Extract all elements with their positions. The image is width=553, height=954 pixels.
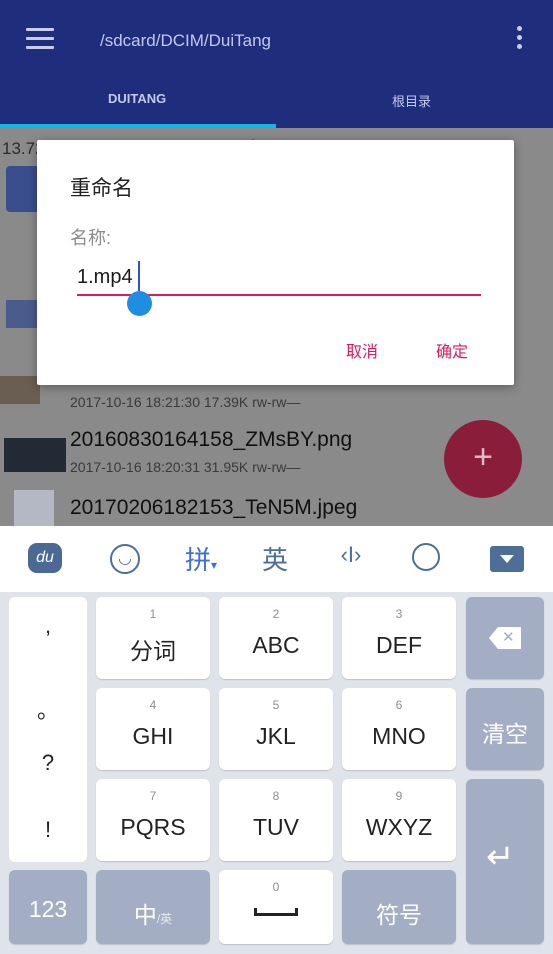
key-number: 5 (272, 698, 280, 712)
symbol-key[interactable]: 符号 (342, 870, 456, 944)
pinyin-mode-button[interactable]: 拼▾ (185, 540, 217, 578)
key-label: 分词 (130, 638, 176, 664)
language-switch-key[interactable]: 中/英 (96, 870, 210, 944)
punct-question-key[interactable]: ? (9, 750, 87, 776)
punct-period-key[interactable]: 。 (9, 693, 87, 725)
enter-key[interactable]: ↵ (466, 779, 544, 944)
key-label: ABC (252, 632, 300, 658)
file-thumbnail[interactable] (0, 376, 40, 404)
file-meta: 2017-10-16 18:20:31 31.95K rw-rw— (70, 459, 301, 475)
key-label: WXYZ (365, 814, 433, 840)
hamburger-menu-icon[interactable] (26, 28, 54, 50)
key-3[interactable]: 3 DEF (342, 597, 456, 679)
key-label: TUV (253, 814, 299, 840)
file-thumbnail[interactable] (4, 438, 66, 472)
tab-root[interactable]: 根目录 (392, 91, 431, 110)
clear-key[interactable]: 清空 (466, 688, 544, 770)
key-1[interactable]: 1 分词 (96, 597, 210, 679)
folder-icon[interactable] (6, 166, 40, 212)
ok-button[interactable]: 确定 (436, 338, 468, 362)
symbol-label: 符号 (376, 902, 422, 928)
punct-exclaim-key[interactable]: ! (9, 817, 87, 843)
file-name[interactable]: 20170206182153_TeN5M.jpeg (70, 496, 357, 520)
search-icon[interactable] (412, 543, 440, 571)
delete-key[interactable]: ✕ (466, 597, 544, 679)
file-thumbnail[interactable] (6, 300, 38, 328)
tab-duitang[interactable]: DUITANG (108, 91, 166, 106)
name-input[interactable]: 1.mp4 (77, 266, 133, 289)
keyboard-toolbar: du ◡ 拼▾ 英 ‹I› (0, 526, 553, 592)
clear-label: 清空 (482, 721, 528, 747)
du-logo-icon[interactable]: du (28, 543, 62, 573)
punctuation-column[interactable]: , 。 ? ! (9, 597, 87, 862)
cursor-control-icon[interactable]: ‹I› (335, 542, 367, 580)
key-7[interactable]: 7 PQRS (96, 779, 210, 861)
space-key[interactable]: 0 (219, 870, 333, 944)
chevron-down-icon: ▾ (211, 558, 218, 572)
key-2[interactable]: 2 ABC (219, 597, 333, 679)
name-label: 名称: (70, 228, 112, 248)
key-number: 8 (272, 789, 280, 803)
punct-comma-key[interactable]: , (9, 613, 87, 639)
keyboard: , 。 ? ! 1 分词 2 ABC 3 DEF ✕ 4 GHI 5 JKL 6… (0, 592, 553, 954)
key-number: 2 (272, 607, 280, 621)
hide-keyboard-icon[interactable] (490, 546, 524, 572)
key-number: 3 (395, 607, 403, 621)
current-path: /sdcard/DCIM/DuiTang (100, 31, 272, 50)
key-label: JKL (256, 723, 296, 749)
lang-sub-label: /英 (156, 912, 173, 926)
key-5[interactable]: 5 JKL (219, 688, 333, 770)
number-mode-label: 123 (28, 896, 68, 922)
key-4[interactable]: 4 GHI (96, 688, 210, 770)
key-8[interactable]: 8 TUV (219, 779, 333, 861)
lang-main-label: 中 (133, 902, 157, 928)
key-9[interactable]: 9 WXYZ (342, 779, 456, 861)
backspace-icon: ✕ (489, 627, 521, 649)
add-fab-button[interactable]: + (444, 420, 522, 498)
enter-icon: ↵ (486, 838, 515, 876)
more-options-icon[interactable] (515, 26, 523, 52)
key-number: 7 (149, 789, 157, 803)
key-number: 1 (149, 607, 157, 621)
cancel-button[interactable]: 取消 (346, 338, 378, 362)
space-icon (254, 908, 298, 916)
file-thumbnail[interactable] (14, 490, 54, 526)
key-number: 9 (395, 789, 403, 803)
rename-dialog: 重命名 名称: 1.mp4 取消 确定 (37, 140, 514, 385)
emoji-icon[interactable]: ◡ (110, 544, 140, 574)
key-number: 4 (149, 698, 157, 712)
key-number: 6 (395, 698, 403, 712)
file-meta: 2017-10-16 18:21:30 17.39K rw-rw— (70, 394, 301, 410)
text-cursor (138, 261, 140, 291)
screen: /sdcard/DCIM/DuiTang DUITANG 根目录 13.72GB… (0, 0, 553, 954)
key-label: DEF (376, 632, 422, 658)
english-mode-button[interactable]: 英 (262, 540, 288, 578)
cursor-handle[interactable] (127, 291, 152, 316)
space-number: 0 (272, 880, 280, 894)
file-name[interactable]: 20160830164158_ZMsBY.png (70, 428, 352, 452)
dialog-title: 重命名 (70, 177, 133, 200)
app-bar: /sdcard/DCIM/DuiTang DUITANG 根目录 (0, 0, 553, 128)
number-mode-key[interactable]: 123 (9, 870, 87, 944)
key-6[interactable]: 6 MNO (342, 688, 456, 770)
pinyin-label: 拼 (185, 545, 212, 575)
key-label: GHI (132, 723, 174, 749)
key-label: MNO (372, 723, 426, 749)
key-label: PQRS (120, 814, 186, 840)
